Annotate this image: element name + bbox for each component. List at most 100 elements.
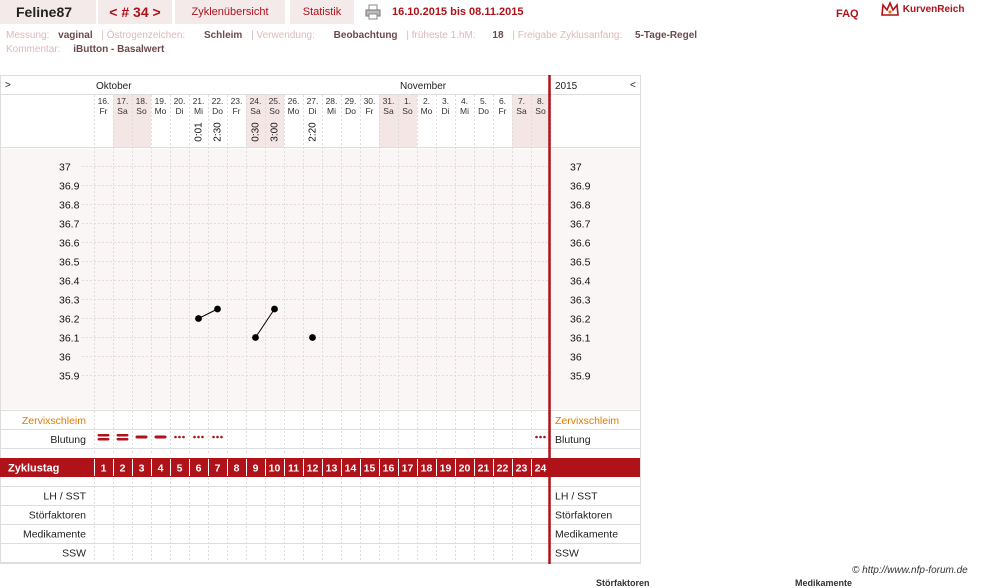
chart-nav-left[interactable]: > [5, 80, 11, 91]
bottom-row-label-right: Medikamente [555, 529, 618, 541]
cycle-chart: > <Oktober November 201516.Fr17.Sa18.So19.M… [0, 75, 641, 564]
day-weekday: Sa [383, 106, 394, 116]
stoerfaktoren-legend-title: Störfaktoren [596, 578, 650, 588]
temperature-point[interactable] [271, 305, 278, 313]
month-label: November [400, 81, 447, 92]
cycle-day-number: 10 [269, 463, 281, 475]
cycle-day-number: 3 [139, 463, 145, 475]
cycle-day-number: 20 [459, 463, 471, 475]
chart-nav-right[interactable]: < [630, 80, 636, 91]
day-date: 5. [480, 96, 487, 106]
cycle-day-number: 24 [535, 463, 547, 475]
temp-tick-right: 36.3 [570, 295, 591, 307]
temp-tick-right: 36.2 [570, 314, 591, 326]
blutung-label: Blutung [50, 434, 86, 446]
cycle-day-number: 9 [253, 463, 259, 475]
cycle-day-number: 17 [402, 463, 414, 475]
blutung-label-right: Blutung [555, 434, 591, 446]
year-label: 2015 [555, 81, 578, 92]
cycle-day-number: 21 [478, 463, 490, 475]
temperature-point[interactable] [252, 334, 259, 341]
measure-time: 2:20 [308, 122, 319, 142]
day-weekday: Mo [288, 106, 300, 116]
day-weekday: So [535, 106, 546, 116]
day-date: 30. [364, 96, 376, 106]
day-weekday: Do [478, 106, 489, 116]
temp-tick-right: 36.8 [570, 200, 591, 212]
day-date: 26. [288, 96, 300, 106]
bottom-row-label: LH / SST [43, 491, 86, 503]
bleeding-light-mark [539, 435, 542, 439]
temperature-point[interactable] [214, 305, 221, 313]
bleeding-light-mark [193, 435, 196, 439]
cycle-day-number: 11 [288, 463, 299, 475]
cycle-day-number: 23 [516, 463, 528, 475]
temp-tick-right: 36.1 [570, 333, 591, 345]
temp-tick-left: 36.7 [59, 219, 80, 231]
temp-tick-right: 36.5 [570, 257, 591, 269]
temp-tick-left: 35.9 [59, 371, 80, 383]
bottom-row-label: SSW [62, 548, 86, 560]
cycle-day-number: 22 [497, 463, 509, 475]
temp-tick-left: 36.6 [59, 238, 80, 250]
day-date: 22. [212, 96, 224, 106]
temp-tick-left: 36.1 [59, 333, 80, 345]
day-date: 6. [499, 96, 506, 106]
bleeding-light-mark [174, 435, 177, 439]
day-weekday: Sa [516, 106, 527, 116]
temp-tick-right: 36.7 [570, 219, 591, 231]
day-weekday: Mi [327, 106, 336, 116]
day-weekday: Fr [498, 106, 506, 116]
cycle-day-number: 14 [345, 463, 357, 475]
temperature-point[interactable] [195, 315, 202, 322]
bleeding-heavy-mark [97, 434, 110, 437]
day-weekday: Di [308, 106, 316, 116]
temp-tick-right: 35.9 [570, 371, 591, 383]
day-date: 7. [518, 96, 525, 106]
zervixschleim-label-right: Zervixschleim [555, 415, 619, 427]
day-weekday: Mo [155, 106, 167, 116]
temp-tick-left: 36.2 [59, 314, 80, 326]
bleeding-heavy-mark [97, 438, 110, 441]
temperature-point[interactable] [309, 334, 316, 341]
day-date: 19. [155, 96, 167, 106]
day-weekday: Mi [194, 106, 203, 116]
measure-time: 3:00 [270, 122, 281, 142]
day-date: 29. [345, 96, 357, 106]
zyklustag-label: Zyklustag [8, 463, 59, 475]
day-date: 31. [383, 96, 395, 106]
day-date: 8. [537, 96, 544, 106]
cycle-day-number: 6 [196, 463, 202, 475]
bleeding-heavy-mark [116, 438, 129, 441]
cycle-day-number: 16 [383, 463, 395, 475]
cycle-day-number: 18 [421, 463, 433, 475]
bleeding-medium-mark [154, 435, 167, 439]
temp-tick-left: 36.5 [59, 257, 80, 269]
copyright: © http://www.nfp-forum.de [852, 565, 968, 576]
bleeding-light-mark [182, 435, 185, 439]
cycle-day-number: 12 [307, 463, 319, 475]
day-date: 27. [307, 96, 319, 106]
day-weekday: Do [212, 106, 223, 116]
bleeding-light-mark [212, 435, 215, 439]
day-weekday: Mo [421, 106, 433, 116]
day-weekday: Di [441, 106, 449, 116]
day-weekday: Mi [460, 106, 469, 116]
cycle-day-number: 5 [177, 463, 183, 475]
temp-tick-left: 36.9 [59, 181, 80, 193]
day-weekday: Di [175, 106, 183, 116]
day-date: 1. [404, 96, 411, 106]
measure-time: 2:30 [213, 122, 224, 142]
day-date: 21. [193, 96, 205, 106]
bottom-row-label: Störfaktoren [29, 510, 86, 522]
day-date: 2. [423, 96, 430, 106]
day-date: 18. [136, 96, 148, 106]
temp-tick-left: 36 [59, 352, 71, 364]
cycle-day-number: 13 [326, 463, 338, 475]
day-date: 25. [269, 96, 281, 106]
day-weekday: So [402, 106, 413, 116]
bottom-row-label-right: SSW [555, 548, 579, 560]
bleeding-heavy-mark [116, 434, 129, 437]
day-date: 3. [442, 96, 449, 106]
measure-time: 0:01 [194, 122, 205, 142]
